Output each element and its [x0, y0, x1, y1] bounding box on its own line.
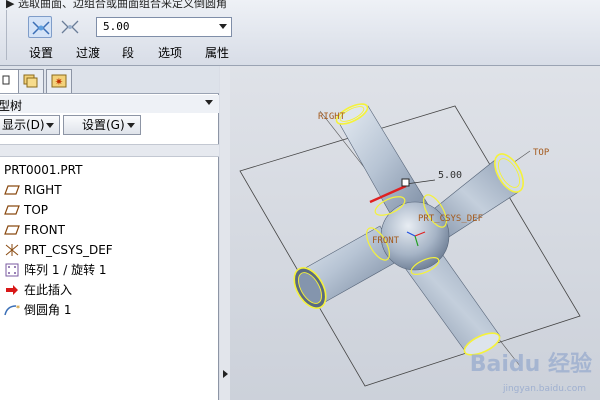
datum-label-right: RIGHT: [318, 112, 346, 122]
tree-item-top[interactable]: TOP: [0, 200, 219, 220]
insert-here-arrow-icon: [4, 283, 20, 297]
tree-item-right[interactable]: RIGHT: [0, 180, 219, 200]
tree-item-label: PRT0001.PRT: [4, 163, 83, 177]
tree-item-label: FRONT: [24, 223, 65, 237]
tree-item-label: 在此插入: [24, 283, 73, 297]
chevron-down-icon: [127, 123, 135, 128]
toolbar-separator: [6, 10, 7, 60]
show-button-label: 显示(D): [2, 118, 45, 132]
chevron-down-icon[interactable]: [205, 100, 213, 105]
tree-header: 型树: [0, 95, 219, 113]
tree-column-header: [0, 144, 219, 157]
radius-dimension[interactable]: 5.00: [438, 170, 462, 181]
round-transition-mode-icon[interactable]: [58, 16, 82, 38]
tab-properties[interactable]: 属性: [205, 44, 229, 62]
navigator-tabs: ✷: [0, 66, 219, 94]
tab-options[interactable]: 选项: [158, 44, 182, 62]
prompt-message: ▶ 选取曲面、边组合或曲面组合来定义倒圆角: [6, 0, 227, 10]
pattern-icon: [4, 263, 20, 277]
settings-button[interactable]: 设置(G): [63, 115, 141, 135]
tree-item-csys[interactable]: PRT_CSYS_DEF: [0, 240, 219, 260]
navtab-model-tree[interactable]: [0, 69, 20, 93]
tab-segment[interactable]: 段: [122, 44, 134, 62]
folder-browser-icon[interactable]: [18, 69, 44, 93]
graphics-viewport[interactable]: RIGHT TOP FRONT PRT_CSYS_DEF 5.00 Baidu …: [230, 66, 600, 400]
radius-value-dropdown[interactable]: 5.00: [96, 17, 232, 37]
chevron-down-icon[interactable]: [219, 24, 227, 29]
svg-text:✷: ✷: [55, 77, 63, 88]
panel-splitter[interactable]: [220, 66, 230, 400]
svg-text:*: *: [16, 304, 20, 313]
tree-title: 型树: [0, 99, 23, 113]
round-feature-icon: *: [4, 303, 20, 317]
tree-item-pattern[interactable]: 阵列 1 / 旋转 1: [0, 260, 219, 280]
tree-item-front[interactable]: FRONT: [0, 220, 219, 240]
tree-item-insert-here[interactable]: 在此插入: [0, 280, 219, 300]
round-dashboard: ▶ 选取曲面、边组合或曲面组合来定义倒圆角 5.00 设置 过渡 段 选项 属性: [0, 0, 600, 66]
csys-label: PRT_CSYS_DEF: [418, 214, 484, 224]
collapse-panel-icon[interactable]: [223, 370, 228, 378]
show-button[interactable]: 显示(D): [0, 115, 60, 135]
radius-value: 5.00: [103, 20, 130, 33]
model-tree-panel: ✷ 型树 显示(D) 设置(G) PRT0001.PRT RIGHT TOP F…: [0, 66, 219, 400]
baidu-watermark-url: jingyan.baidu.com: [502, 384, 586, 394]
round-set-mode-icon[interactable]: [28, 16, 52, 38]
tree-item-label: TOP: [24, 203, 49, 217]
datum-label-top: TOP: [533, 148, 550, 158]
radius-drag-handle: [401, 178, 410, 187]
baidu-watermark-logo: Baidu 经验: [469, 352, 592, 377]
chevron-down-icon: [46, 123, 54, 128]
datum-plane-icon: [4, 183, 20, 197]
favorites-icon[interactable]: ✷: [46, 69, 72, 93]
settings-button-label: 设置(G): [82, 118, 125, 132]
tab-settings[interactable]: 设置: [29, 44, 53, 62]
datum-plane-icon: [4, 203, 20, 217]
tree-item-part[interactable]: PRT0001.PRT: [0, 160, 219, 180]
tree-item-label: 倒圆角 1: [24, 303, 72, 317]
tab-transition[interactable]: 过渡: [76, 44, 100, 62]
tree-item-label: RIGHT: [24, 183, 62, 197]
tree-item-label: 阵列 1 / 旋转 1: [24, 263, 107, 277]
tree-item-round[interactable]: * 倒圆角 1: [0, 300, 219, 320]
tree-item-label: PRT_CSYS_DEF: [24, 243, 113, 257]
datum-plane-icon: [4, 223, 20, 237]
datum-label-front: FRONT: [372, 236, 400, 246]
coordinate-system-icon: [4, 243, 20, 257]
